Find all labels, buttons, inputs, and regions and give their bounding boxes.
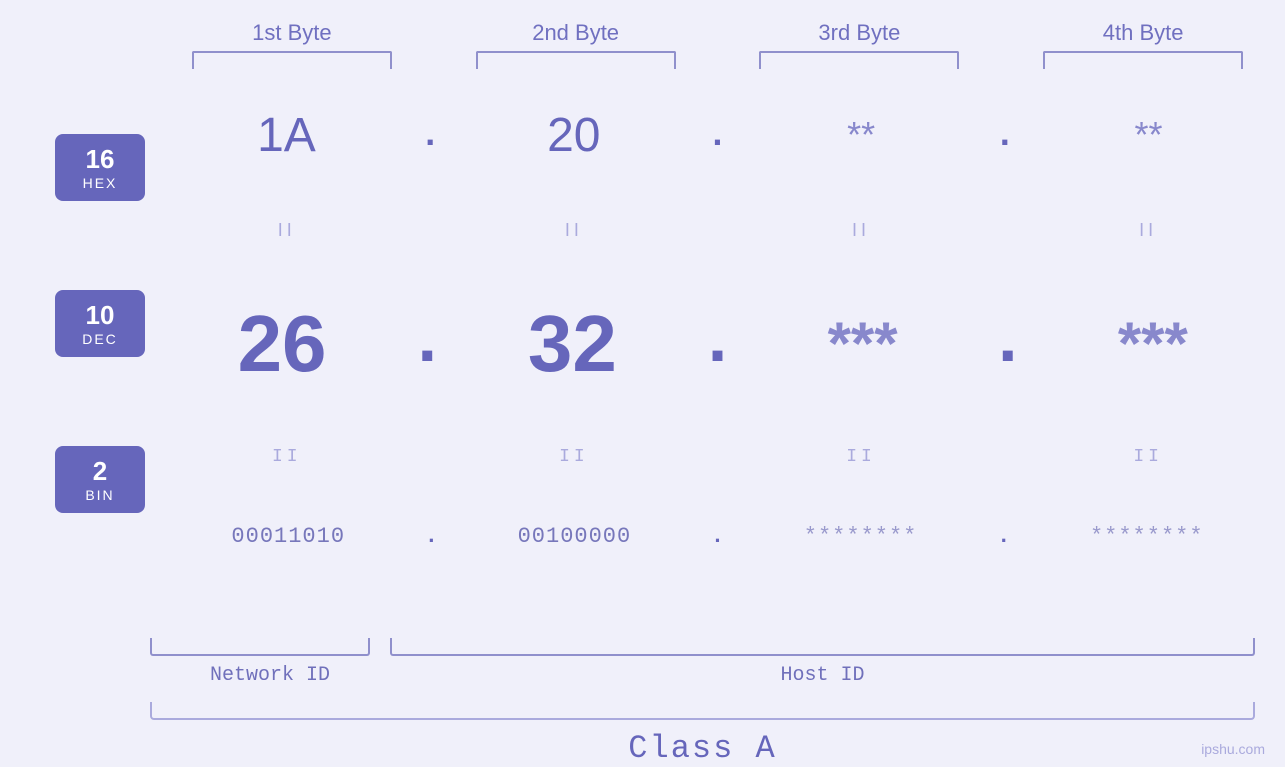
base-labels: 16 HEX 10 DEC 2 BIN [30,69,160,638]
bin-b1: 00011010 [231,524,345,549]
footer-text: ipshu.com [1201,741,1265,757]
id-labels: Network ID Host ID [150,664,1255,687]
host-bottom-bracket [390,638,1255,656]
dec-name: DEC [70,331,130,347]
class-label-container: Class A [150,730,1255,767]
dec-badge: 10 DEC [55,290,145,357]
bracket-byte4 [1043,51,1243,69]
hex-b3: ** [847,114,875,155]
dec-dot1: . [406,304,448,383]
content-area: 16 HEX 10 DEC 2 BIN 1A . 20 [0,69,1285,638]
bottom-section: Network ID Host ID Class A [0,638,1285,767]
network-id-label: Network ID [210,664,330,687]
main-container: 1st Byte 2nd Byte 3rd Byte 4th Byte 16 H… [0,0,1285,767]
byte4-header: 4th Byte [1103,20,1184,45]
eq2-b3: II [846,447,876,467]
byte2-header: 2nd Byte [532,20,619,45]
dec-b4: *** [1118,310,1188,377]
network-bottom-bracket [150,638,370,656]
eq1-b1: II [278,220,296,240]
dec-b2: 32 [528,299,617,388]
dec-dot3: . [987,304,1029,383]
bracket-byte2 [476,51,676,69]
hex-b4: ** [1135,114,1163,155]
top-brackets [0,51,1285,69]
hex-b1: 1A [257,109,316,162]
bin-b2: 00100000 [518,524,632,549]
eq2-b2: II [559,447,589,467]
hex-badge: 16 HEX [55,134,145,201]
dec-row: 26 . 32 . *** . *** [170,298,1265,390]
class-label: Class A [628,730,776,767]
hex-b2: 20 [547,109,600,162]
dec-dot2: . [696,304,738,383]
bin-number: 2 [70,456,130,487]
equals-row-1: II II II II [170,220,1265,241]
bin-b3: ******** [804,524,918,549]
bracket-byte1 [192,51,392,69]
hex-row: 1A . 20 . ** . ** [170,108,1265,163]
bottom-brackets [150,638,1255,656]
hex-dot2: . [707,115,729,156]
dec-number: 10 [70,300,130,331]
hex-dot3: . [994,115,1016,156]
bin-dot2: . [711,524,724,549]
byte-headers: 1st Byte 2nd Byte 3rd Byte 4th Byte [0,20,1285,46]
dec-b3: *** [828,310,898,377]
bin-b4: ******** [1090,524,1204,549]
bin-dot1: . [425,524,438,549]
eq1-b3: II [852,220,870,240]
bin-name: BIN [70,487,130,503]
host-id-label: Host ID [780,664,864,687]
bin-row: 00011010 . 00100000 . ******** . *******… [170,524,1265,549]
bracket-byte3 [759,51,959,69]
full-bottom-bracket [150,702,1255,720]
bin-dot3: . [997,524,1010,549]
eq1-b4: II [1139,220,1157,240]
eq2-b4: II [1133,447,1163,467]
hex-number: 16 [70,144,130,175]
eq2-b1: II [272,447,302,467]
byte1-header: 1st Byte [252,20,331,45]
hex-dot1: . [419,115,441,156]
dec-b1: 26 [238,299,327,388]
eq1-b2: II [565,220,583,240]
byte3-header: 3rd Byte [818,20,900,45]
data-rows: 1A . 20 . ** . ** II II [160,69,1285,638]
hex-name: HEX [70,175,130,191]
footer: ipshu.com [1201,741,1265,757]
bin-badge: 2 BIN [55,446,145,513]
equals-row-2: II II II II [170,447,1265,467]
